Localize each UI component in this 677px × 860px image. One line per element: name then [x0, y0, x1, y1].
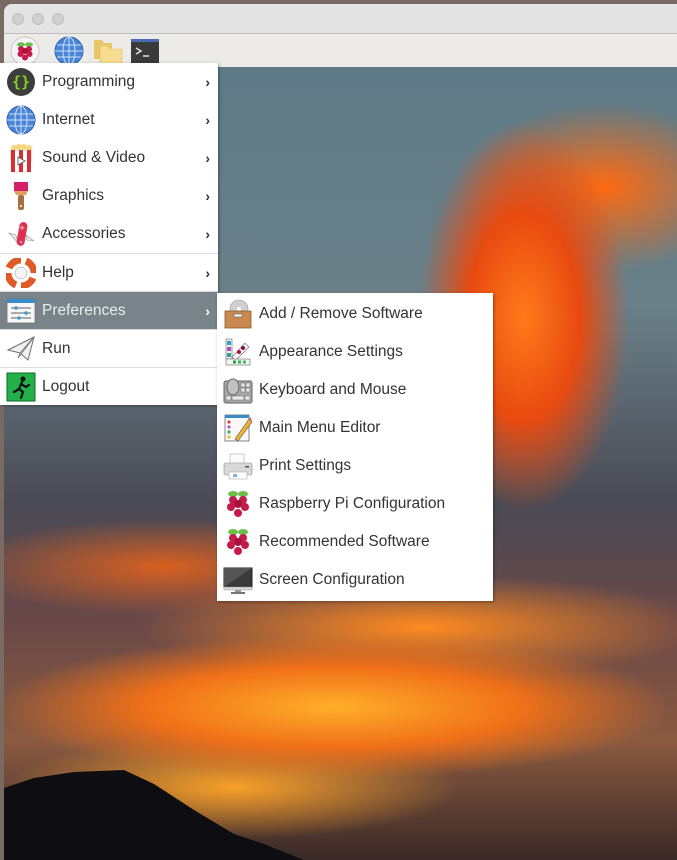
- paintbrush-icon: [14, 182, 28, 210]
- paper-plane-icon: [6, 336, 35, 361]
- color-palette-icon: [225, 338, 251, 366]
- menu-item-label: Logout: [42, 377, 90, 395]
- mountain-silhouette: [4, 770, 304, 860]
- submenu-item-label: Keyboard and Mouse: [259, 381, 407, 398]
- menu-item-label: Preferences: [42, 301, 126, 319]
- menu-item-graphics[interactable]: Graphics ›: [0, 177, 218, 215]
- menu-item-label: Internet: [42, 111, 95, 128]
- programming-braces-icon: {}: [7, 68, 35, 96]
- menu-item-help[interactable]: Help ›: [0, 253, 218, 291]
- preferences-sliders-icon: [6, 298, 36, 324]
- menu-item-label: Sound & Video: [42, 149, 146, 166]
- globe-icon: [54, 36, 84, 66]
- printer-icon: [223, 453, 253, 480]
- pocket-knife-icon: +: [8, 222, 35, 246]
- raspberry-icon: [227, 491, 249, 517]
- raspberry-menu-button[interactable]: [10, 36, 40, 66]
- submenu-item-add-remove-software[interactable]: Add / Remove Software: [217, 295, 493, 333]
- menu-item-programming[interactable]: {} Programming ›: [0, 63, 218, 101]
- preferences-submenu: Add / Remove Software Appearance Setting…: [217, 293, 493, 601]
- menu-editor-icon: [224, 414, 253, 442]
- menu-item-accessories[interactable]: + Accessories ›: [0, 215, 218, 253]
- popcorn-icon: [9, 144, 33, 173]
- menu-item-internet[interactable]: Internet ›: [0, 101, 218, 139]
- submenu-item-main-menu-editor[interactable]: Main Menu Editor: [217, 409, 493, 447]
- menu-item-label: Accessories: [42, 225, 126, 242]
- exit-running-man-icon: [6, 372, 36, 402]
- menu-item-sound-video[interactable]: Sound & Video ›: [0, 139, 218, 177]
- chevron-right-icon: ›: [205, 74, 210, 90]
- submenu-item-label: Main Menu Editor: [259, 419, 381, 436]
- terminal-icon: [131, 39, 159, 63]
- file-manager-launcher[interactable]: [92, 36, 123, 66]
- submenu-item-print-settings[interactable]: Print Settings: [217, 447, 493, 485]
- chevron-right-icon: ›: [205, 188, 210, 204]
- close-button[interactable]: [12, 13, 24, 25]
- submenu-item-label: Screen Configuration: [259, 571, 405, 588]
- lifebuoy-icon: [6, 258, 36, 288]
- chevron-right-icon: ›: [205, 112, 210, 128]
- raspberry-icon: [227, 529, 249, 555]
- chevron-right-icon: ›: [205, 302, 210, 319]
- menu-item-run[interactable]: Run: [0, 329, 218, 367]
- globe-icon: [6, 105, 36, 135]
- keyboard-mouse-icon: [223, 378, 253, 404]
- menu-item-label: Help: [42, 263, 74, 281]
- menu-item-label: Programming: [42, 73, 136, 90]
- web-browser-launcher[interactable]: [54, 36, 84, 66]
- software-box-icon: [224, 299, 252, 329]
- menu-item-label: Run: [42, 339, 71, 357]
- submenu-item-label: Raspberry Pi Configuration: [259, 495, 446, 512]
- svg-text:{}: {}: [12, 73, 30, 91]
- submenu-item-label: Recommended Software: [259, 533, 430, 550]
- submenu-item-screen-configuration[interactable]: Screen Configuration: [217, 561, 493, 599]
- main-menu: {} Programming › Internet › Sound & Vide…: [0, 63, 218, 405]
- terminal-launcher[interactable]: [130, 36, 160, 66]
- minimize-button[interactable]: [32, 13, 44, 25]
- menu-item-label: Graphics: [42, 187, 105, 204]
- chevron-right-icon: ›: [205, 226, 210, 242]
- chevron-right-icon: ›: [205, 150, 210, 166]
- submenu-item-label: Print Settings: [259, 457, 352, 474]
- chevron-right-icon: ›: [205, 264, 210, 281]
- title-bar: [4, 4, 677, 34]
- submenu-item-appearance-settings[interactable]: Appearance Settings: [217, 333, 493, 371]
- menu-item-logout[interactable]: Logout: [0, 367, 218, 405]
- svg-text:+: +: [19, 224, 25, 232]
- raspberry-icon: [10, 36, 40, 66]
- submenu-item-label: Appearance Settings: [259, 343, 403, 360]
- submenu-item-keyboard-mouse[interactable]: Keyboard and Mouse: [217, 371, 493, 409]
- monitor-icon: [223, 567, 253, 594]
- submenu-item-recommended-software[interactable]: Recommended Software: [217, 523, 493, 561]
- submenu-item-raspberry-pi-configuration[interactable]: Raspberry Pi Configuration: [217, 485, 493, 523]
- menu-item-preferences[interactable]: Preferences ›: [0, 291, 218, 329]
- submenu-item-label: Add / Remove Software: [259, 305, 423, 322]
- zoom-button[interactable]: [52, 13, 64, 25]
- folder-icon: [94, 40, 123, 65]
